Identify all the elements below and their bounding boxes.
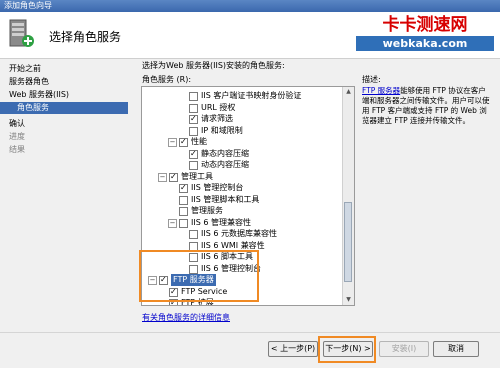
watermark-logo: 卡卡测速网 webkaka.com [356,14,494,54]
watermark-top: 卡卡测速网 [382,15,468,35]
tree-row-label: IIS 6 管理兼容性 [191,217,251,227]
window-title: 添加角色向导 [4,1,52,10]
tree-checkbox[interactable] [179,136,188,148]
tree-row[interactable]: IIS 客户端证书映射身份验证 [142,90,342,102]
watermark-bottom: webkaka.com [356,36,494,51]
collapse-icon[interactable]: − [168,218,177,228]
tree-row-label: URL 授权 [201,102,236,112]
tree-checkbox[interactable] [179,195,188,205]
tree-row-label: IIS 客户端证书映射身份验证 [201,91,302,100]
collapse-icon[interactable]: − [158,172,167,182]
tree-checkbox[interactable] [179,218,188,228]
nav-item-before-you-begin[interactable]: 开始之前 [9,63,41,74]
page-title: 选择角色服务 [49,30,122,44]
tree-row[interactable]: − 性能 [142,136,342,148]
nav-item-results: 结果 [9,145,25,154]
role-services-label: 角色服务 (R): [142,75,192,84]
tree-row-label: 性能 [191,137,207,146]
scroll-down-icon[interactable]: ▼ [343,295,354,305]
highlight-box-ftp [139,250,259,302]
tree-row-label: IP 和域限制 [201,125,243,135]
nav-item-web-server[interactable]: Web 服务器(IIS) [9,89,69,100]
nav-item-role-services[interactable]: 角色服务 [0,102,128,114]
tree-checkbox[interactable] [179,207,188,216]
nav-item-progress: 进度 [9,132,25,141]
tree-row[interactable]: URL 授权 [142,102,342,114]
tree-row-label: 请求筛选 [201,114,233,123]
cancel-button[interactable]: 取消 [433,341,479,357]
collapse-icon[interactable]: − [168,138,177,147]
tree-row[interactable]: 静态内容压缩 [142,148,342,160]
tree-row-label: 静态内容压缩 [201,148,249,158]
tree-row-label: IIS 管理控制台 [191,183,244,192]
tree-checkbox[interactable] [189,148,198,160]
server-add-icon [9,19,34,47]
footer-separator [0,332,500,333]
tree-checkbox[interactable] [189,230,198,239]
tree-checkbox[interactable] [189,113,198,125]
tree-row[interactable]: IIS 管理控制台 [142,182,342,194]
highlight-box-next [318,336,376,363]
tree-row-label: 管理服务 [191,206,223,215]
tree-row[interactable]: − 管理工具 [142,171,342,183]
role-services-details-link[interactable]: 有关角色服务的详细信息 [142,312,230,323]
tree-row[interactable]: IIS 6 元数据库兼容性 [142,228,342,240]
scrollbar-thumb[interactable] [344,202,352,282]
tree-row-label: 管理工具 [181,171,213,181]
prev-button[interactable]: < 上一步(P) [268,341,318,357]
tree-row[interactable]: − IIS 6 管理兼容性 [142,217,342,229]
nav-item-confirmation[interactable]: 确认 [9,118,25,129]
tree-row[interactable]: 请求筛选 [142,113,342,125]
tree-row-label: IIS 管理脚本和工具 [191,194,260,204]
tree-row-label: IIS 6 元数据库兼容性 [201,229,277,238]
tree-scrollbar[interactable]: ▲ ▼ [342,87,354,305]
tree-row[interactable]: 管理服务 [142,205,342,217]
description-link[interactable]: FTP 服务器 [362,86,400,95]
intro-text: 选择为Web 服务器(IIS)安装的角色服务: [142,61,285,70]
tree-checkbox[interactable] [189,92,198,101]
tree-checkbox[interactable] [189,161,198,170]
wizard-nav: 开始之前 服务器角色 Web 服务器(IIS) 角色服务 确认 进度 结果 [0,58,128,338]
wizard-header: 选择角色服务 卡卡测速网 webkaka.com [0,12,500,59]
tree-row[interactable]: IIS 管理脚本和工具 [142,194,342,206]
tree-row[interactable]: 动态内容压缩 [142,159,342,171]
description-text: FTP 服务器能够使用 FTP 协议在客户端和服务器之间传输文件。用户可以使用 … [362,86,490,126]
tree-checkbox[interactable] [169,171,178,183]
tree-checkbox[interactable] [179,182,188,194]
install-button: 安装(I) [379,341,429,357]
tree-checkbox[interactable] [189,126,198,136]
tree-checkbox[interactable] [189,103,198,113]
nav-item-server-roles[interactable]: 服务器角色 [9,76,49,87]
tree-row[interactable]: IP 和域限制 [142,125,342,137]
title-bar: 添加角色向导 [0,0,500,12]
tree-row-label: 动态内容压缩 [201,160,249,169]
scroll-up-icon[interactable]: ▲ [343,87,354,97]
wizard-window: 添加角色向导 选择角色服务 卡卡测速网 webkaka.com 开始之前 服务器… [0,0,500,368]
description-title: 描述: [362,75,381,84]
